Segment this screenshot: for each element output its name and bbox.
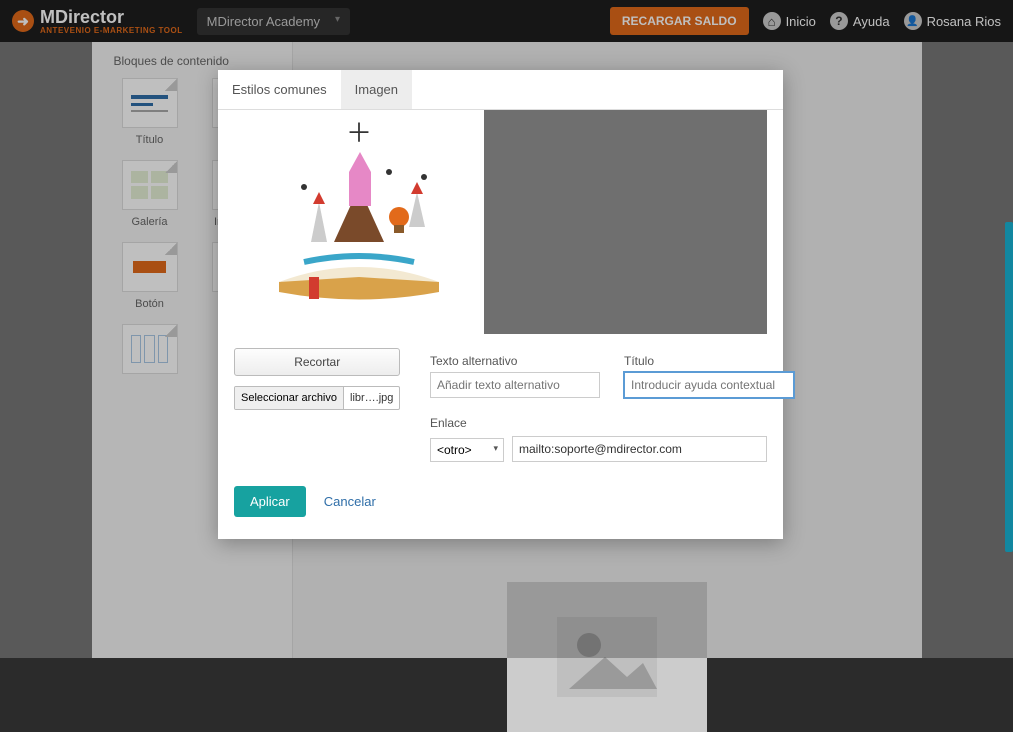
title-label: Título — [624, 354, 794, 368]
tab-common-styles[interactable]: Estilos comunes — [218, 70, 341, 109]
link-url-input[interactable] — [512, 436, 767, 462]
title-input[interactable] — [624, 372, 794, 398]
apply-button[interactable]: Aplicar — [234, 486, 306, 517]
file-selector[interactable]: Seleccionar archivo libr….jpg — [234, 386, 400, 410]
link-type-value: <otro> — [437, 443, 472, 457]
alt-text-input[interactable] — [430, 372, 600, 398]
file-select-filename: libr….jpg — [344, 387, 399, 409]
modal-tabs: Estilos comunes Imagen — [218, 70, 783, 110]
image-preview[interactable]: ＋ — [234, 110, 484, 334]
plus-icon: ＋ — [346, 120, 372, 146]
tab-image[interactable]: Imagen — [341, 70, 412, 109]
link-type-select[interactable]: <otro> — [430, 438, 504, 462]
alt-text-label: Texto alternativo — [430, 354, 600, 368]
image-settings-modal: Estilos comunes Imagen ＋ — [218, 70, 783, 539]
file-select-button[interactable]: Seleccionar archivo — [235, 387, 344, 409]
crop-button[interactable]: Recortar — [234, 348, 400, 376]
image-preview-empty — [484, 110, 767, 334]
uploaded-image-illustration — [249, 132, 469, 312]
cancel-link[interactable]: Cancelar — [324, 494, 376, 509]
image-preview-area: ＋ — [234, 110, 767, 334]
link-label: Enlace — [430, 416, 504, 430]
